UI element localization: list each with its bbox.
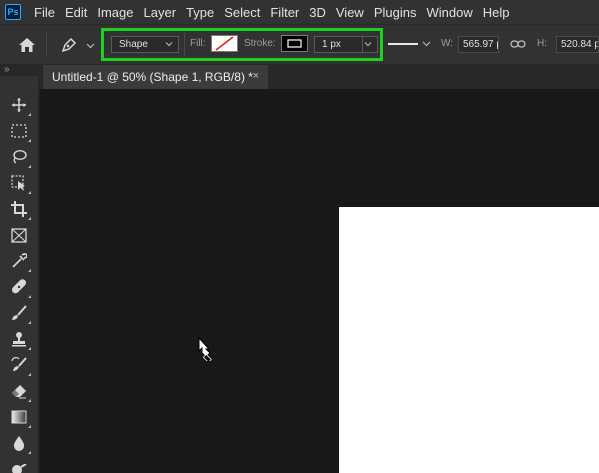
document-tab[interactable]: Untitled-1 @ 50% (Shape 1, RGB/8) * × xyxy=(43,65,268,89)
menu-filter[interactable]: Filter xyxy=(265,0,304,24)
stroke-color-icon xyxy=(287,39,302,48)
gradient-icon[interactable] xyxy=(10,408,31,428)
stroke-line-icon xyxy=(388,41,431,47)
stroke-label: Stroke: xyxy=(244,38,276,49)
pen-tool-icon[interactable] xyxy=(60,25,78,65)
object-select-icon[interactable] xyxy=(10,174,31,194)
width-label: W: xyxy=(441,38,454,49)
photoshop-logo-icon[interactable]: Ps xyxy=(5,4,21,20)
height-label: H: xyxy=(537,38,547,49)
crop-icon[interactable] xyxy=(10,200,31,220)
dodge-icon[interactable] xyxy=(10,460,28,473)
healing-brush-icon[interactable] xyxy=(10,278,31,298)
marquee-icon[interactable] xyxy=(10,122,31,142)
clone-stamp-icon[interactable] xyxy=(10,330,31,350)
collapse-panel-icon[interactable]: » xyxy=(4,64,10,75)
stroke-swatch[interactable] xyxy=(281,35,308,52)
menu-plugins[interactable]: Plugins xyxy=(369,0,422,24)
tool-mode-select[interactable]: Shape xyxy=(111,36,179,53)
history-brush-icon[interactable] xyxy=(10,356,31,376)
frame-icon[interactable] xyxy=(10,226,28,244)
move-icon[interactable] xyxy=(10,96,31,116)
tool-preset-chevron-icon[interactable] xyxy=(86,25,95,65)
menu-image[interactable]: Image xyxy=(92,0,138,24)
pen-cursor-icon xyxy=(196,336,214,366)
menu-window[interactable]: Window xyxy=(421,0,477,24)
menu-type[interactable]: Type xyxy=(181,0,219,24)
menu-file[interactable]: File xyxy=(29,0,60,24)
lasso-icon[interactable] xyxy=(10,148,31,168)
menu-layer[interactable]: Layer xyxy=(139,0,182,24)
menu-edit[interactable]: Edit xyxy=(60,0,92,24)
menu-view[interactable]: View xyxy=(331,0,369,24)
divider xyxy=(362,37,363,52)
fill-swatch[interactable] xyxy=(211,35,238,52)
home-icon[interactable] xyxy=(18,25,36,65)
chevron-down-icon xyxy=(364,42,372,47)
menu-3d[interactable]: 3D xyxy=(304,0,331,24)
close-tab-icon[interactable]: × xyxy=(253,70,259,82)
no-fill-icon xyxy=(215,36,234,51)
eyedropper-icon[interactable] xyxy=(10,252,31,272)
chevron-down-icon xyxy=(165,42,173,47)
link-icon[interactable] xyxy=(510,24,526,64)
menu-bar: Ps File Edit Image Layer Type Select Fil… xyxy=(0,0,599,24)
fill-label: Fill: xyxy=(190,38,206,49)
width-field[interactable]: 565.97 p xyxy=(458,36,499,53)
divider xyxy=(46,33,47,57)
height-field[interactable]: 520.84 p xyxy=(556,36,599,53)
stroke-width-select[interactable]: 1 px xyxy=(314,36,378,53)
brush-icon[interactable] xyxy=(10,304,31,324)
stroke-type-select[interactable] xyxy=(386,24,434,64)
menu-select[interactable]: Select xyxy=(219,0,265,24)
blur-icon[interactable] xyxy=(10,434,31,454)
document-canvas[interactable] xyxy=(339,207,599,473)
tools-panel xyxy=(0,76,39,473)
eraser-icon[interactable] xyxy=(10,382,31,402)
menu-help[interactable]: Help xyxy=(478,0,515,24)
divider xyxy=(184,32,185,56)
